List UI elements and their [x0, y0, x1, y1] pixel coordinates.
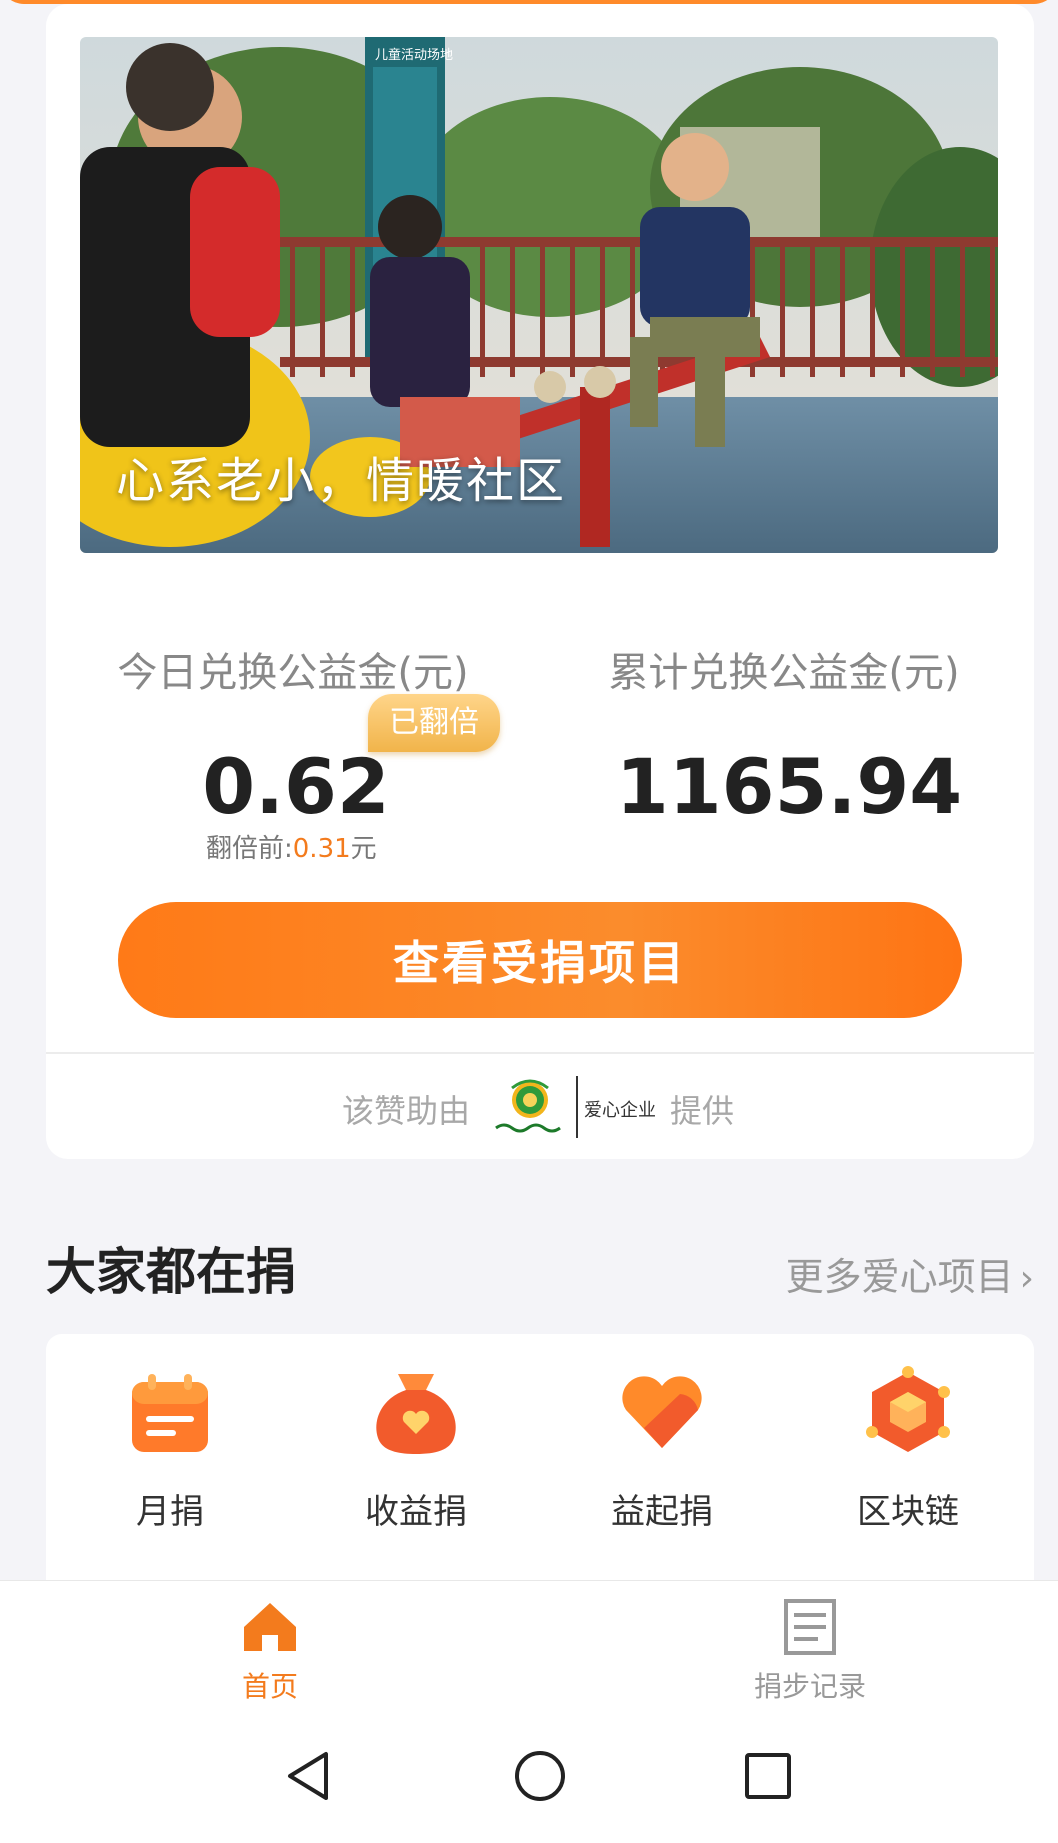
donate-type-blockchain[interactable]: 区块链	[808, 1364, 1008, 1533]
tab-records-label: 捐步记录	[753, 1670, 866, 1703]
total-exchange-label: 累计兑换公益金(元)	[608, 650, 960, 696]
sponsor-row: 该赞助由 爱心企业 提供	[46, 1076, 1034, 1146]
today-exchange-value: 0.62	[202, 742, 390, 831]
back-icon[interactable]	[280, 1746, 340, 1806]
tab-home[interactable]: 首页	[170, 1597, 370, 1705]
donation-card: 儿童活动场地 心系老小，情暖社区 今日兑换公益金(元) 累计兑换公益金(元) 已…	[46, 4, 1034, 1159]
more-projects-label: 更多爱心项目	[785, 1255, 1014, 1299]
view-projects-button[interactable]: 查看受捐项目	[118, 902, 962, 1018]
banner-caption: 心系老小，情暖社区	[116, 453, 567, 509]
chevron-right-icon: ›	[1019, 1258, 1034, 1299]
donate-type-monthly[interactable]: 月捐	[70, 1364, 270, 1533]
before-doubling-line: 翻倍前:0.31元	[206, 828, 377, 865]
tab-home-label: 首页	[241, 1670, 298, 1703]
system-nav-bar	[0, 1710, 1058, 1843]
tab-step-records[interactable]: 捐步记录	[710, 1597, 910, 1705]
before-doubling-value: 0.31	[292, 834, 351, 864]
donate-type-label: 月捐	[136, 1492, 204, 1532]
donate-type-together[interactable]: 益起捐	[562, 1364, 762, 1533]
donate-type-income[interactable]: 收益捐	[316, 1364, 516, 1533]
sign-title: 儿童活动场地	[375, 47, 453, 63]
home-nav-icon[interactable]	[510, 1746, 570, 1806]
foundation-logo-icon[interactable]	[490, 1076, 570, 1142]
donate-type-label: 益起捐	[611, 1492, 713, 1532]
sponsor-suffix: 提供	[670, 1092, 735, 1130]
donate-types-card: 月捐 收益捐 益起捐 区块链	[46, 1334, 1034, 1580]
blockchain-icon	[866, 1366, 950, 1452]
donate-type-label: 收益捐	[365, 1492, 467, 1532]
sponsor-separator	[576, 1076, 578, 1138]
before-doubling-prefix: 翻倍前:	[206, 834, 293, 864]
home-icon	[244, 1603, 296, 1651]
section-title: 大家都在捐	[46, 1243, 296, 1301]
banner-image[interactable]: 儿童活动场地 心系老小，情暖社区	[80, 37, 998, 553]
sponsor-prefix: 该赞助由	[342, 1092, 471, 1130]
recents-icon[interactable]	[738, 1746, 798, 1806]
record-icon	[784, 1599, 836, 1655]
calendar-icon	[132, 1374, 208, 1452]
more-projects-link[interactable]: 更多爱心项目 ›	[786, 1246, 1034, 1301]
heart-icon	[622, 1376, 702, 1448]
total-exchange-value: 1165.94	[615, 742, 963, 831]
sponsor-enterprise: 爱心企业	[584, 1100, 656, 1121]
divider	[46, 1052, 1034, 1054]
today-exchange-label: 今日兑换公益金(元)	[117, 650, 469, 696]
bottom-tab-bar: 首页 捐步记录	[0, 1580, 1058, 1711]
donate-type-label: 区块链	[857, 1492, 959, 1532]
before-doubling-unit: 元	[350, 834, 377, 864]
money-bag-icon	[376, 1374, 456, 1454]
